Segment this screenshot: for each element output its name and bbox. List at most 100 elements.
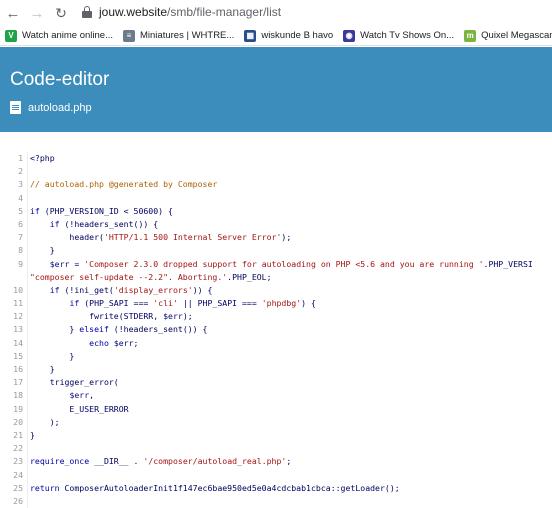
code-line[interactable]: 6 if (!headers_sent()) { [10,217,552,232]
line-number: 10 [10,283,28,298]
bookmark-label: Watch Tv Shows On... [360,30,455,41]
url-text[interactable]: jouw.website/smb/file-manager/list [99,5,281,19]
code-line[interactable]: 7 header('HTTP/1.1 500 Internal Server E… [10,231,552,245]
code-token: } [30,245,55,256]
miniatures-icon: ≡ [123,29,135,42]
code-line[interactable]: 16 } [10,363,552,377]
code-token: fwrite(STDERR, [30,311,164,322]
code-token: "composer self-update --2.2". Aborting.' [30,271,228,282]
code-area[interactable]: 1 <?php 2 3// autoload.php @generated by Co… [10,152,552,508]
code-line[interactable]: 8 } [10,244,552,258]
bookmark-item[interactable]: m Quixel Megascans [464,29,552,42]
code-line[interactable]: 15 } [10,349,552,363]
code-line[interactable]: 4 [10,191,552,205]
code-text: } [30,429,35,442]
bookmark-item[interactable]: ▦ wiskunde B havo [244,29,333,42]
bookmark-item[interactable]: V Watch anime online... [5,29,113,42]
code-token: require_once [30,456,90,467]
code-text: if (PHP_SAPI === 'cli' || PHP_SAPI === '… [30,297,316,310]
tv-icon: ◉ [343,29,356,42]
code-token: ); [182,311,193,322]
bookmark-item[interactable]: ≡ Miniatures | WHTRE... [123,29,234,42]
code-text: if (!ini_get('display_errors')) { [30,284,213,297]
code-token: (PHP_VERSION_ID < 50600) { [39,205,173,216]
code-line[interactable]: 25 return ComposerAutoloaderInit1f147ec6b… [10,481,552,495]
code-line[interactable]: 3// autoload.php @generated by Composer [10,178,552,192]
code-text: return ComposerAutoloaderInit1f147ec6bae… [30,482,400,495]
file-name: autoload.php [28,101,92,114]
code-token: || PHP_SAPI === [177,298,262,309]
line-number: 12 [10,310,28,324]
line-number: 3 [10,178,28,192]
line-number: 24 [10,468,28,482]
bookmarks-bar: V Watch anime online... ≡ Miniatures | WHTR… [0,26,552,46]
line-number: 5 [10,204,28,218]
code-text: $err = 'Composer 2.3.0 dropped support f… [30,258,533,271]
code-line[interactable]: 20 ); [10,415,552,429]
code-line[interactable]: 1 <?php [10,152,552,166]
code-line[interactable]: 9 $err = 'Composer 2.3.0 dropped support… [10,257,552,271]
code-token: 'cli' [153,298,178,309]
url-path: /smb/file-manager/list [167,5,282,19]
code-line[interactable]: 14 echo $err; [10,336,552,350]
line-number: 20 [10,415,28,429]
code-line[interactable]: 12 fwrite(STDERR, $err); [10,310,552,324]
code-token: } [30,350,75,361]
line-number: 16 [10,363,28,377]
code-token: 'HTTP/1.1 500 Internal Server Error' [103,232,282,243]
code-token: } [30,324,80,335]
code-token: (!headers_sent()) { [108,324,208,335]
code-line[interactable]: 5 if (PHP_VERSION_ID < 50600) { [10,204,552,218]
code-token: } [30,429,35,440]
bookmark-item[interactable]: ◉ Watch Tv Shows On... [343,29,455,42]
code-token: ); [281,232,292,243]
line-number: 15 [10,349,28,363]
code-token: if [49,218,60,229]
code-text: require_once __DIR__ . '/composer/autolo… [30,455,291,468]
code-line[interactable]: 2 [10,165,552,179]
bookmark-label: Watch anime online... [22,30,113,41]
code-token: .PHP_VERSI [483,258,533,269]
code-line[interactable]: 24 [10,468,552,482]
code-line[interactable]: 18 $err, [10,389,552,403]
back-arrow-icon[interactable]: ← [3,3,23,23]
code-line[interactable]: 21} [10,428,552,443]
line-number: 13 [10,323,28,337]
code-token: $err [49,258,70,269]
code-line[interactable]: 13 } elseif (!headers_sent()) { [10,323,552,337]
address-bar[interactable]: jouw.website/smb/file-manager/list [82,2,281,22]
code-token: echo [89,337,109,348]
forward-arrow-icon[interactable]: → [27,3,47,23]
code-token: (!ini_get( [59,284,114,295]
code-token: elseif [79,324,109,335]
code-text: } [30,244,55,257]
line-number: 25 [10,481,28,495]
reload-icon[interactable]: ↻ [51,3,71,23]
file-icon [10,101,21,114]
code-token: .PHP_EOL; [227,271,272,282]
code-editor[interactable]: 1 <?php 2 3// autoload.php @generated by Co… [0,132,552,508]
code-token: , [89,390,95,401]
code-token: <?php [30,153,55,163]
code-line[interactable]: "composer self-update --2.2". Aborting.'… [10,270,552,284]
line-number: 19 [10,402,28,416]
line-number: 14 [10,336,28,350]
file-tab[interactable]: autoload.php [10,101,92,114]
code-line[interactable]: 23 require_once __DIR__ . '/composer/auto… [10,455,552,469]
code-token: 'display_errors' [113,284,193,295]
editor-header: Code-editor autoload.php [0,47,552,132]
code-line[interactable]: 17 trigger_error( [10,376,552,390]
code-line[interactable]: 11 if (PHP_SAPI === 'cli' || PHP_SAPI ==… [10,297,552,311]
code-line[interactable]: 19 E_USER_ERROR [10,402,552,416]
url-host: jouw.website [99,5,168,19]
code-line[interactable]: 10 if (!ini_get('display_errors')) { [10,283,552,298]
code-line[interactable]: 22 [10,442,552,456]
code-line[interactable]: 26 [10,494,552,508]
line-number: 22 [10,442,28,456]
code-token: )) { [192,284,213,295]
code-text: ); [30,416,60,429]
